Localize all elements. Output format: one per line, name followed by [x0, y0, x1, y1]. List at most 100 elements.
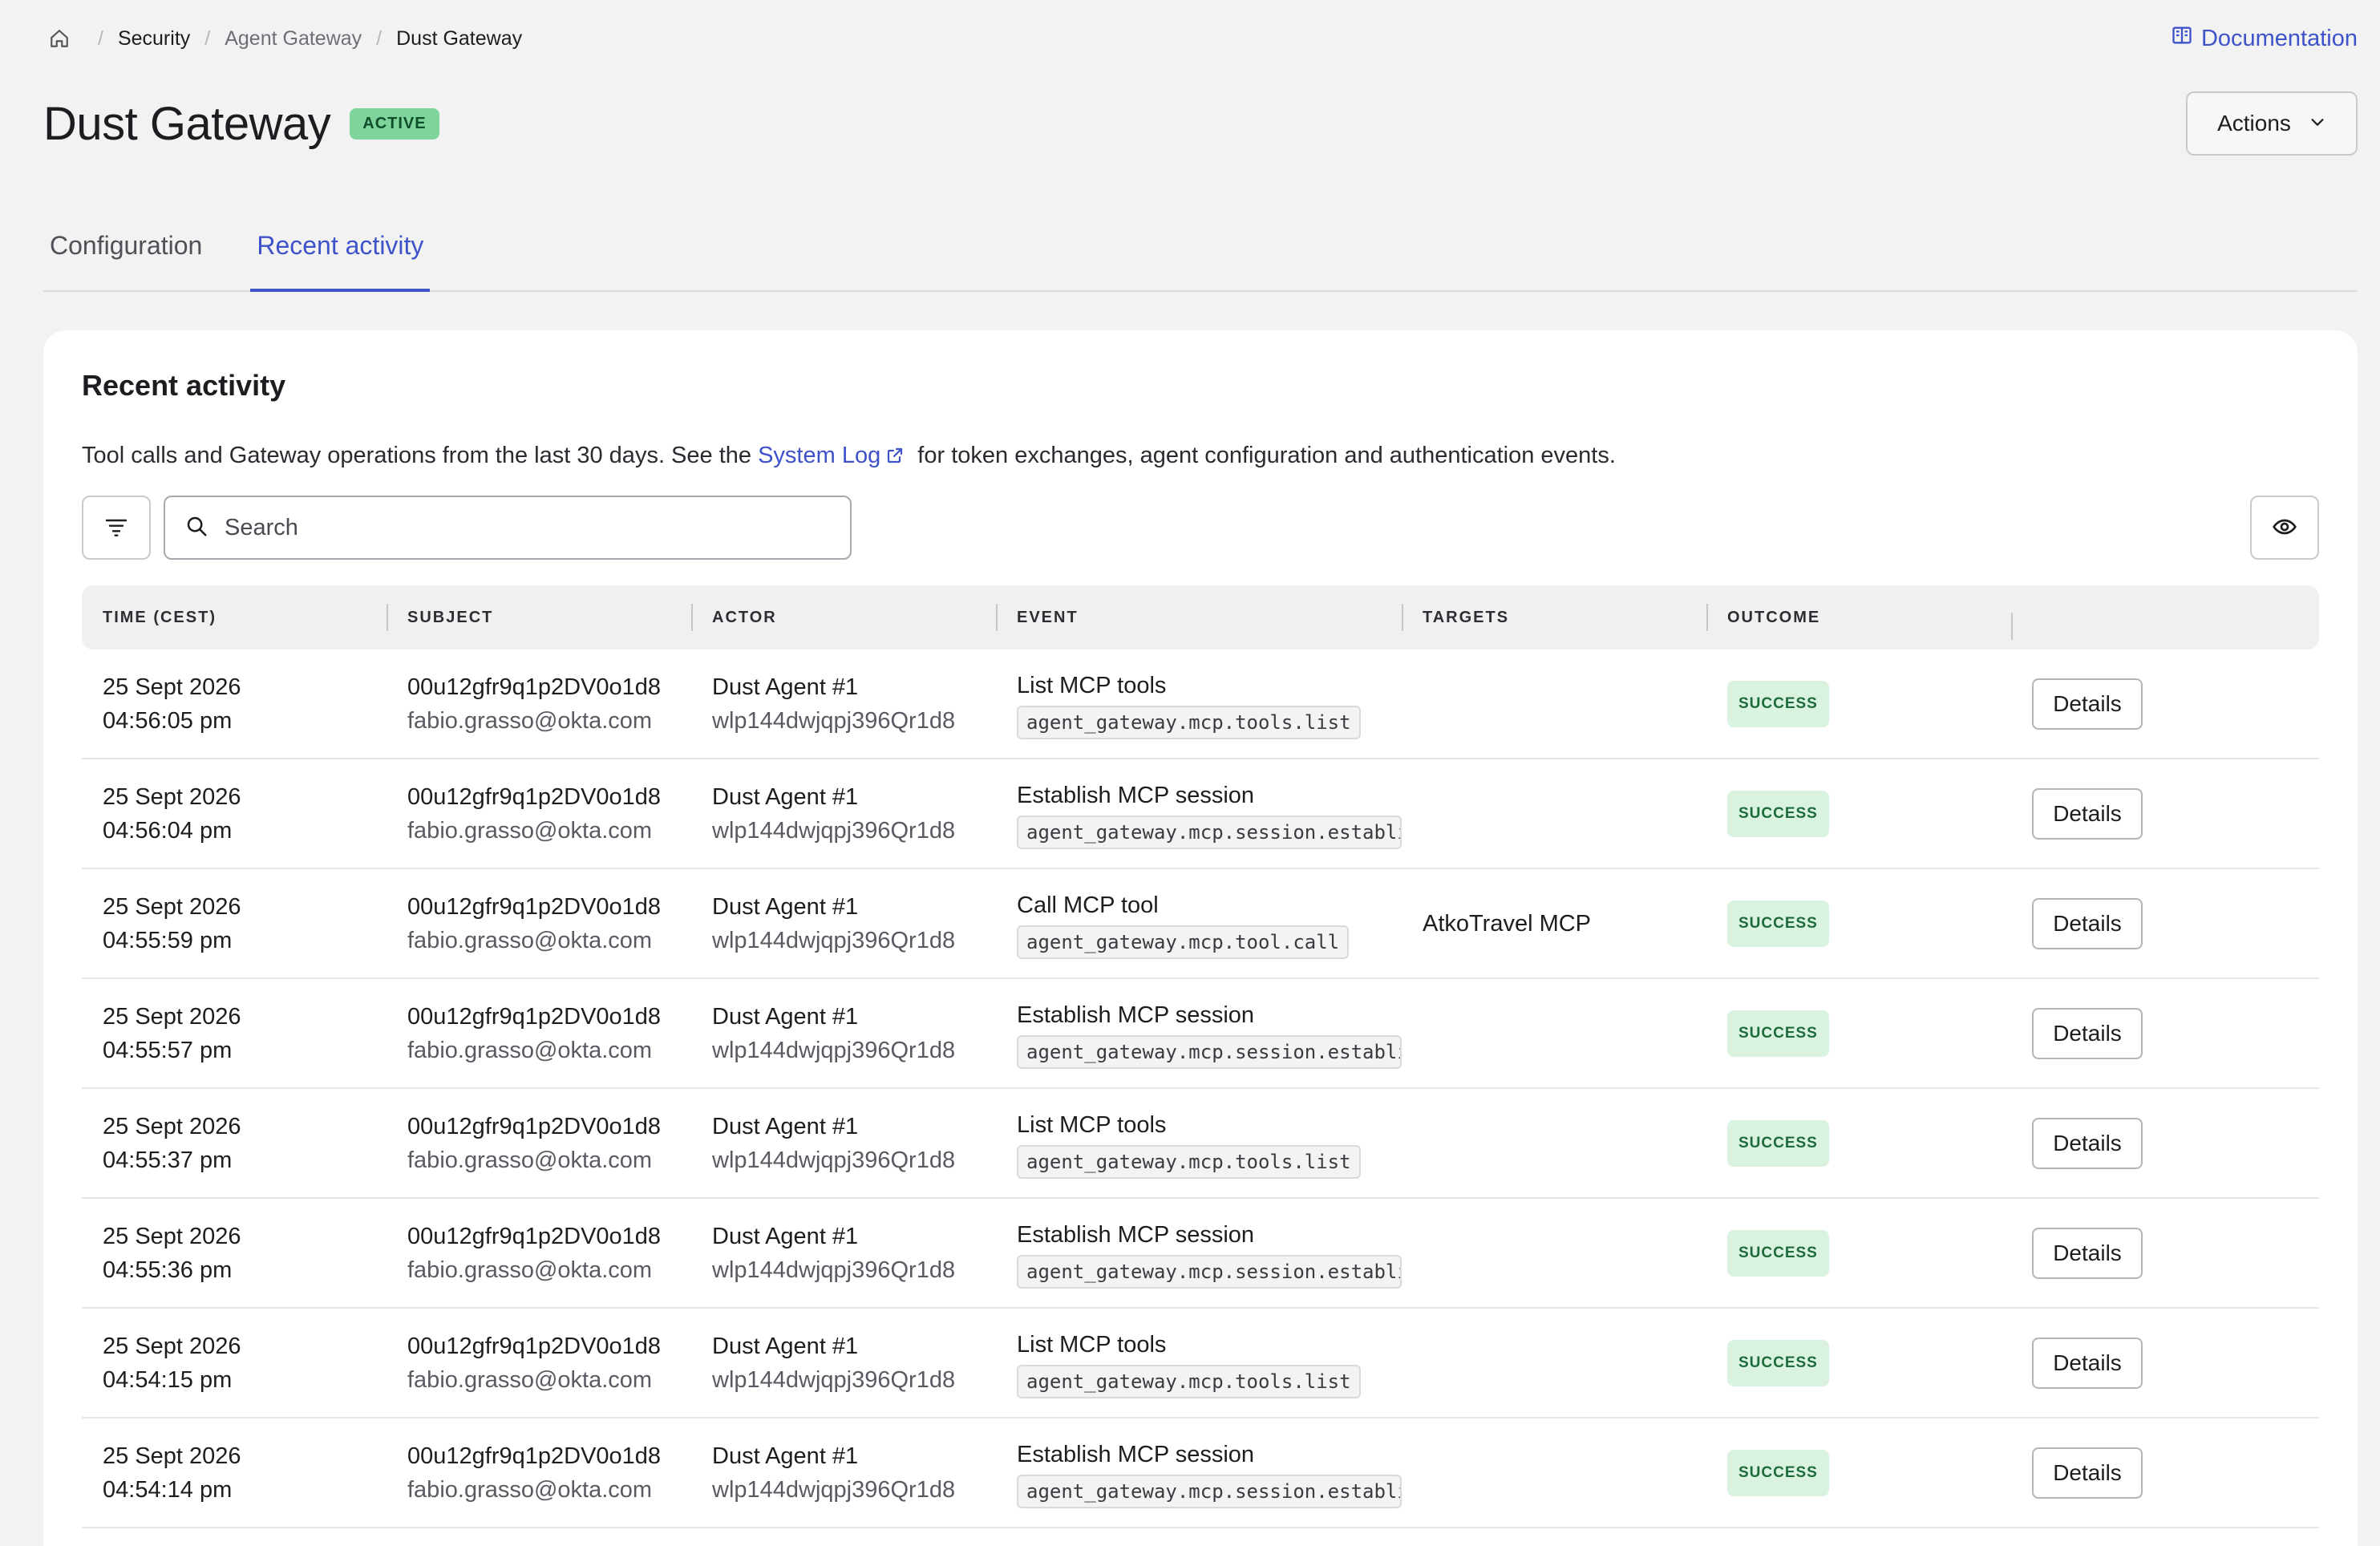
event-name: Establish MCP session [1017, 1441, 1255, 1467]
actor-name: Dust Agent #1 [712, 1223, 859, 1249]
filter-button[interactable] [82, 496, 151, 560]
details-button[interactable]: Details [2032, 1447, 2143, 1499]
actions-cell: Details [2011, 787, 2319, 840]
column-header-subject[interactable]: SUBJECT [387, 603, 691, 631]
event-name: List MCP tools [1017, 1111, 1167, 1138]
details-button[interactable]: Details [2032, 1117, 2143, 1169]
subject-id: 00u12gfr9q1p2DV0o1d8 [407, 674, 662, 700]
event-time: 04:55:37 pm [103, 1147, 233, 1173]
page-title: Dust Gateway [43, 97, 331, 150]
actor-name: Dust Agent #1 [712, 674, 859, 700]
details-button[interactable]: Details [2032, 787, 2143, 840]
actor-name: Dust Agent #1 [712, 1003, 859, 1030]
outcome-cell: SUCCESS [1706, 680, 2011, 727]
subject-id: 00u12gfr9q1p2DV0o1d8 [407, 1113, 662, 1139]
outcome-badge: SUCCESS [1727, 790, 1829, 837]
outcome-cell: SUCCESS [1706, 790, 2011, 837]
event-cell: Establish MCP session agent_gateway.mcp.… [996, 998, 1402, 1069]
event-name: Establish MCP session [1017, 1221, 1255, 1248]
actor-id: wlp144dwjqpj396Qr1d8 [712, 1476, 956, 1503]
breadcrumb-separator: / [98, 26, 103, 50]
column-visibility-button[interactable] [2250, 496, 2319, 560]
details-button[interactable]: Details [2032, 678, 2143, 730]
actions-cell: Details [2011, 1227, 2319, 1279]
outcome-badge: SUCCESS [1727, 1339, 1829, 1386]
event-code: agent_gateway.mcp.tool.call [1017, 925, 1350, 959]
column-header-targets[interactable]: TARGETS [1402, 603, 1706, 631]
actor-id: wlp144dwjqpj396Qr1d8 [712, 927, 956, 953]
event-cell: Establish MCP session agent_gateway.mcp.… [996, 1438, 1402, 1508]
system-log-link[interactable]: System Log [758, 443, 911, 468]
event-code: agent_gateway.mcp.session.establi [1017, 1474, 1402, 1508]
event-time: 04:55:57 pm [103, 1037, 233, 1063]
time-cell: 25 Sept 2026 04:54:15 pm [82, 1329, 387, 1397]
actor-name: Dust Agent #1 [712, 783, 859, 810]
column-header-time[interactable]: TIME (CEST) [82, 609, 387, 627]
details-button[interactable]: Details [2032, 897, 2143, 949]
details-button[interactable]: Details [2032, 1227, 2143, 1279]
subject-id: 00u12gfr9q1p2DV0o1d8 [407, 1333, 662, 1359]
outcome-cell: SUCCESS [1706, 1449, 2011, 1496]
event-name: Establish MCP session [1017, 782, 1255, 808]
outcome-cell: SUCCESS [1706, 1229, 2011, 1277]
breadcrumb-security[interactable]: Security [118, 27, 190, 51]
tab-recent-activity[interactable]: Recent activity [250, 215, 431, 292]
actor-cell: Dust Agent #1 wlp144dwjqpj396Qr1d8 [691, 1000, 996, 1067]
column-header-actor[interactable]: ACTOR [691, 603, 996, 631]
event-time: 04:55:36 pm [103, 1257, 233, 1283]
actor-cell: Dust Agent #1 wlp144dwjqpj396Qr1d8 [691, 1439, 996, 1507]
outcome-cell: SUCCESS [1706, 1339, 2011, 1386]
filter-icon [103, 514, 129, 542]
subject-email: fabio.grasso@okta.com [407, 1366, 653, 1393]
time-cell: 25 Sept 2026 04:55:36 pm [82, 1220, 387, 1287]
tab-bar: Configuration Recent activity [43, 215, 2358, 292]
actor-name: Dust Agent #1 [712, 1333, 859, 1359]
table-row: 25 Sept 2026 04:56:04 pm 00u12gfr9q1p2DV… [82, 759, 2319, 869]
event-date: 25 Sept 2026 [103, 893, 241, 920]
event-cell: List MCP tools agent_gateway.mcp.tools.l… [996, 669, 1402, 739]
status-badge: ACTIVE [350, 107, 439, 140]
documentation-link[interactable]: Documentation [2171, 24, 2358, 53]
event-cell: Establish MCP session agent_gateway.mcp.… [996, 1218, 1402, 1289]
search-input[interactable] [225, 514, 831, 541]
card-title: Recent activity [82, 369, 286, 402]
subject-email: fabio.grasso@okta.com [407, 817, 653, 844]
breadcrumb-agent-gateway[interactable]: Agent Gateway [225, 27, 362, 51]
activity-table: TIME (CEST) SUBJECT ACTOR EVENT TARGETS … [82, 585, 2319, 1528]
actions-button[interactable]: Actions [2186, 91, 2358, 156]
event-date: 25 Sept 2026 [103, 1443, 241, 1469]
subject-id: 00u12gfr9q1p2DV0o1d8 [407, 1443, 662, 1469]
external-link-icon [885, 445, 905, 471]
actor-cell: Dust Agent #1 wlp144dwjqpj396Qr1d8 [691, 1329, 996, 1397]
subject-cell: 00u12gfr9q1p2DV0o1d8 fabio.grasso@okta.c… [387, 1439, 691, 1507]
actions-cell: Details [2011, 897, 2319, 949]
actions-cell: Details [2011, 1007, 2319, 1059]
event-time: 04:56:04 pm [103, 817, 233, 844]
actor-cell: Dust Agent #1 wlp144dwjqpj396Qr1d8 [691, 1110, 996, 1177]
time-cell: 25 Sept 2026 04:56:04 pm [82, 780, 387, 848]
subject-cell: 00u12gfr9q1p2DV0o1d8 fabio.grasso@okta.c… [387, 780, 691, 848]
search-icon [184, 514, 208, 542]
subject-id: 00u12gfr9q1p2DV0o1d8 [407, 783, 662, 810]
home-icon[interactable] [43, 22, 75, 55]
details-button[interactable]: Details [2032, 1337, 2143, 1389]
actor-id: wlp144dwjqpj396Qr1d8 [712, 707, 956, 734]
actions-label: Actions [2217, 111, 2291, 136]
actor-id: wlp144dwjqpj396Qr1d8 [712, 1366, 956, 1393]
event-time: 04:55:59 pm [103, 927, 233, 953]
subject-cell: 00u12gfr9q1p2DV0o1d8 fabio.grasso@okta.c… [387, 1110, 691, 1177]
actions-cell: Details [2011, 1117, 2319, 1169]
actions-cell: Details [2011, 1337, 2319, 1389]
recent-activity-card: Recent activity Tool calls and Gateway o… [43, 330, 2358, 1546]
details-button[interactable]: Details [2032, 1007, 2143, 1059]
page: / Security / Agent Gateway / Dust Gatewa… [0, 0, 2380, 1546]
top-bar: / Security / Agent Gateway / Dust Gatewa… [43, 22, 2358, 55]
table-row: 25 Sept 2026 04:56:05 pm 00u12gfr9q1p2DV… [82, 650, 2319, 759]
tab-configuration[interactable]: Configuration [43, 215, 208, 292]
subject-email: fabio.grasso@okta.com [407, 707, 653, 734]
event-cell: List MCP tools agent_gateway.mcp.tools.l… [996, 1108, 1402, 1179]
column-header-event[interactable]: EVENT [996, 603, 1402, 631]
title-wrap: Dust Gateway ACTIVE [43, 97, 439, 151]
column-header-outcome[interactable]: OUTCOME [1706, 603, 2011, 631]
event-code: agent_gateway.mcp.tools.list [1017, 705, 1361, 739]
